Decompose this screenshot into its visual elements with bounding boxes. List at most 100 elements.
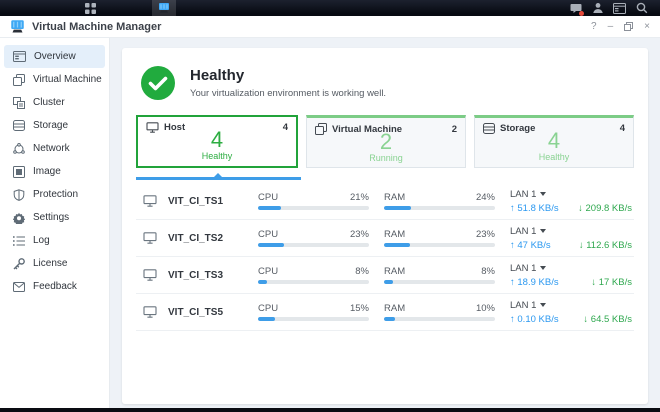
download-arrow-icon: ↓	[591, 277, 596, 288]
sidebar-item-label: Storage	[33, 120, 68, 131]
download-speed: ↓ 17 KB/s	[591, 277, 632, 288]
user-icon	[592, 2, 604, 14]
shield-icon	[13, 189, 25, 201]
sidebar-item-virtual-machine[interactable]: Virtual Machine	[4, 68, 105, 91]
sidebar-item-label: Log	[33, 235, 50, 246]
virtual-machine-icon	[315, 123, 327, 135]
summary-card-label: Storage	[500, 123, 535, 134]
cpu-percent: 23%	[350, 229, 369, 240]
sidebar-item-storage[interactable]: Storage	[4, 114, 105, 137]
host-monitor-icon	[143, 195, 157, 207]
summary-cards: Host 4 4 Healthy Virtual Machine 2 2	[136, 115, 634, 168]
cpu-label: CPU	[258, 266, 278, 277]
sidebar-item-network[interactable]: Network	[4, 137, 105, 160]
cluster-icon	[13, 97, 25, 109]
summary-card-virtual-machine[interactable]: Virtual Machine 2 2 Running	[306, 115, 466, 168]
chevron-down-icon	[540, 229, 546, 233]
search-icon	[636, 2, 648, 14]
chevron-down-icon	[540, 266, 546, 270]
sidebar-item-label: Virtual Machine	[33, 74, 102, 85]
virtual-machine-icon	[13, 74, 25, 86]
cpu-label: CPU	[258, 192, 278, 203]
sidebar-item-cluster[interactable]: Cluster	[4, 91, 105, 114]
lan-selector[interactable]: LAN 1	[510, 189, 632, 200]
notifications-button[interactable]	[569, 2, 582, 15]
topbar-right	[569, 2, 660, 15]
chevron-down-icon	[540, 192, 546, 196]
upload-arrow-icon: ↑	[510, 240, 515, 251]
summary-card-host[interactable]: Host 4 4 Healthy	[136, 115, 298, 168]
maximize-button[interactable]	[624, 22, 633, 31]
host-name: VIT_CI_TS2	[168, 233, 223, 244]
cpu-progressbar	[258, 243, 369, 247]
summary-card-storage[interactable]: Storage 4 4 Healthy	[474, 115, 634, 168]
user-menu-button[interactable]	[591, 2, 604, 15]
ram-label: RAM	[384, 303, 405, 314]
lan-selector[interactable]: LAN 1	[510, 226, 632, 237]
upload-arrow-icon: ↑	[510, 314, 515, 325]
gear-icon	[13, 212, 25, 224]
summary-card-badge: 4	[283, 122, 288, 133]
health-status: Healthy Your virtualization environment …	[136, 60, 634, 115]
window-title: Virtual Machine Manager	[32, 21, 161, 33]
cpu-progressbar	[258, 206, 369, 210]
host-monitor-icon	[146, 122, 159, 133]
vmm-window-body: Overview Virtual Machine Cluster Storage…	[0, 38, 660, 408]
host-row[interactable]: VIT_CI_TS1 CPU21% RAM24% LAN 1	[136, 183, 634, 220]
sidebar-item-label: Settings	[33, 212, 69, 223]
ram-label: RAM	[384, 229, 405, 240]
cpu-label: CPU	[258, 303, 278, 314]
cpu-progressbar	[258, 317, 369, 321]
taskbar-vmm-app-button[interactable]	[152, 0, 176, 16]
host-row[interactable]: VIT_CI_TS3 CPU8% RAM8% LAN 1	[136, 257, 634, 294]
sidebar-item-protection[interactable]: Protection	[4, 183, 105, 206]
sidebar-item-label: Cluster	[33, 97, 65, 108]
host-name: VIT_CI_TS5	[168, 307, 223, 318]
help-button[interactable]: ?	[591, 22, 597, 32]
widgets-button[interactable]	[613, 2, 626, 15]
download-arrow-icon: ↓	[583, 314, 588, 325]
sidebar-item-label: Image	[33, 166, 61, 177]
overview-card: Healthy Your virtualization environment …	[122, 48, 648, 404]
lan-selector[interactable]: LAN 1	[510, 263, 632, 274]
lan-selector[interactable]: LAN 1	[510, 300, 632, 311]
sidebar-item-label: License	[33, 258, 67, 269]
host-row[interactable]: VIT_CI_TS2 CPU23% RAM23% LAN 1	[136, 220, 634, 257]
close-button[interactable]: ×	[644, 22, 650, 32]
host-monitor-icon	[143, 232, 157, 244]
summary-card-badge: 2	[452, 124, 457, 135]
vmm-app-icon	[158, 2, 170, 14]
sidebar-item-overview[interactable]: Overview	[4, 45, 105, 68]
ram-meter: RAM24%	[384, 192, 495, 210]
topbar-left	[0, 0, 176, 16]
sidebar-item-label: Feedback	[33, 281, 77, 292]
apps-grid-icon	[85, 3, 96, 14]
log-list-icon	[13, 236, 25, 246]
minimize-button[interactable]: –	[608, 22, 614, 32]
overview-icon	[13, 51, 26, 62]
upload-speed: ↑ 0.10 KB/s	[510, 314, 559, 325]
sidebar-item-log[interactable]: Log	[4, 229, 105, 252]
summary-card-status: Healthy	[138, 151, 296, 161]
cpu-meter: CPU21%	[258, 192, 369, 210]
storage-icon	[483, 123, 495, 134]
sidebar-item-image[interactable]: Image	[4, 160, 105, 183]
ram-percent: 10%	[476, 303, 495, 314]
search-button[interactable]	[635, 2, 648, 15]
ram-percent: 23%	[476, 229, 495, 240]
sidebar-item-feedback[interactable]: Feedback	[4, 275, 105, 298]
envelope-icon	[13, 282, 25, 292]
summary-card-badge: 4	[620, 123, 625, 134]
main-menu-button[interactable]	[78, 0, 102, 16]
ram-progressbar	[384, 206, 495, 210]
host-monitor-icon	[143, 269, 157, 281]
health-check-icon	[141, 66, 175, 100]
host-row[interactable]: VIT_CI_TS5 CPU15% RAM10% LAN 1	[136, 294, 634, 331]
sidebar-item-label: Protection	[33, 189, 78, 200]
storage-icon	[13, 120, 25, 131]
ram-meter: RAM8%	[384, 266, 495, 284]
sidebar-item-license[interactable]: License	[4, 252, 105, 275]
sidebar-item-settings[interactable]: Settings	[4, 206, 105, 229]
download-arrow-icon: ↓	[578, 203, 583, 214]
ram-percent: 8%	[481, 266, 495, 277]
